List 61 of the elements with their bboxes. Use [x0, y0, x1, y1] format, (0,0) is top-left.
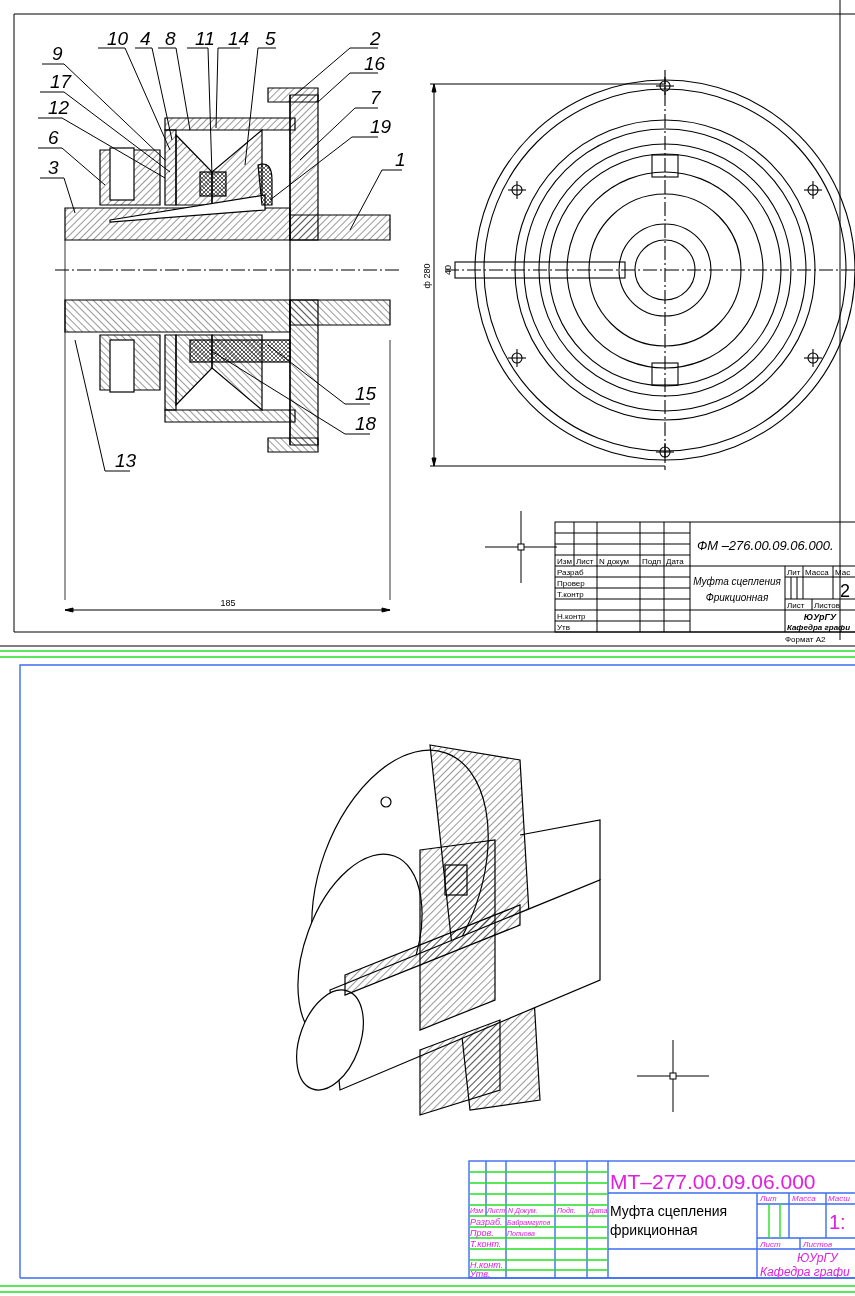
callout-number: 18 — [355, 413, 377, 434]
role-label: Провер — [557, 579, 585, 588]
callout-number: 13 — [115, 450, 137, 471]
scale-value: 1: — [829, 1211, 846, 1233]
column-header: Масса — [792, 1194, 816, 1203]
callout-number: 2 — [370, 28, 381, 49]
role-label: Н.контр — [557, 612, 586, 621]
column-header: Масш — [828, 1194, 850, 1203]
callout-number: 8 — [165, 28, 176, 49]
department-name: Кафедра графи — [760, 1265, 850, 1279]
callout-number: 6 — [48, 127, 59, 148]
column-header: Лит — [760, 1194, 777, 1203]
crosshair-cursor-icon — [636, 1039, 710, 1113]
organization-name: ЮУрГУ — [803, 612, 837, 622]
callout-number: 5 — [265, 28, 276, 49]
column-header: Лист — [760, 1240, 781, 1249]
role-label: Разраб — [557, 568, 584, 577]
callout-number: 19 — [370, 116, 392, 137]
callout-number: 10 — [107, 28, 129, 49]
column-header: Лист — [576, 557, 594, 566]
callout-number: 4 — [140, 28, 151, 49]
column-header: Мас — [835, 568, 851, 577]
drawing-title: Муфта сцепления — [693, 576, 781, 587]
column-header: Изм — [557, 557, 572, 566]
role-label: Утв — [557, 623, 570, 632]
organization-name: ЮУрГУ — [797, 1251, 838, 1265]
callout-number: 3 — [48, 157, 59, 178]
callout-number: 12 — [48, 97, 70, 118]
column-header: Дата — [666, 557, 684, 566]
column-header: Подп — [642, 557, 662, 566]
column-header: Листов — [803, 1240, 833, 1249]
column-header: Лит — [787, 568, 801, 577]
callout-number: 17 — [50, 71, 72, 92]
drawing-designation: МТ–277.00.09.06.000 — [610, 1170, 816, 1193]
callout-number: 9 — [52, 43, 63, 64]
column-header: N докум — [599, 557, 630, 566]
column-header: Лист — [787, 601, 805, 610]
callout-number: 16 — [364, 53, 386, 74]
role-label: Т.контр — [557, 590, 584, 599]
column-header: Листов — [814, 601, 840, 610]
role-label: Разраб. — [470, 1217, 503, 1227]
dimension-label: 40 — [443, 265, 453, 275]
callout-number: 1 — [395, 149, 406, 170]
sheet-number: 2 — [840, 581, 850, 601]
dimension-label: 185 — [220, 598, 236, 608]
callout-number: 15 — [355, 383, 377, 404]
drawing-title: фрикционная — [610, 1222, 698, 1238]
drawing-title: Фрикционная — [705, 592, 769, 603]
format-label: Формат А2 — [785, 635, 826, 644]
role-label: Утв. — [470, 1269, 491, 1279]
drawing-title: Муфта сцепления — [610, 1203, 728, 1219]
role-label: Т.конт. — [470, 1239, 502, 1249]
drawing-designation: ФМ –276.00.09.06.000. — [697, 538, 834, 553]
callout-number: 14 — [228, 28, 250, 49]
role-label: Н.конт. — [470, 1260, 504, 1270]
dimension-label: ф 280 — [422, 263, 432, 289]
column-header: Масса — [805, 568, 829, 577]
callout-number: 11 — [195, 28, 215, 49]
department-name: Кафедра графи — [787, 623, 851, 632]
role-label: Пров. — [470, 1228, 494, 1238]
callout-number: 7 — [370, 87, 381, 108]
